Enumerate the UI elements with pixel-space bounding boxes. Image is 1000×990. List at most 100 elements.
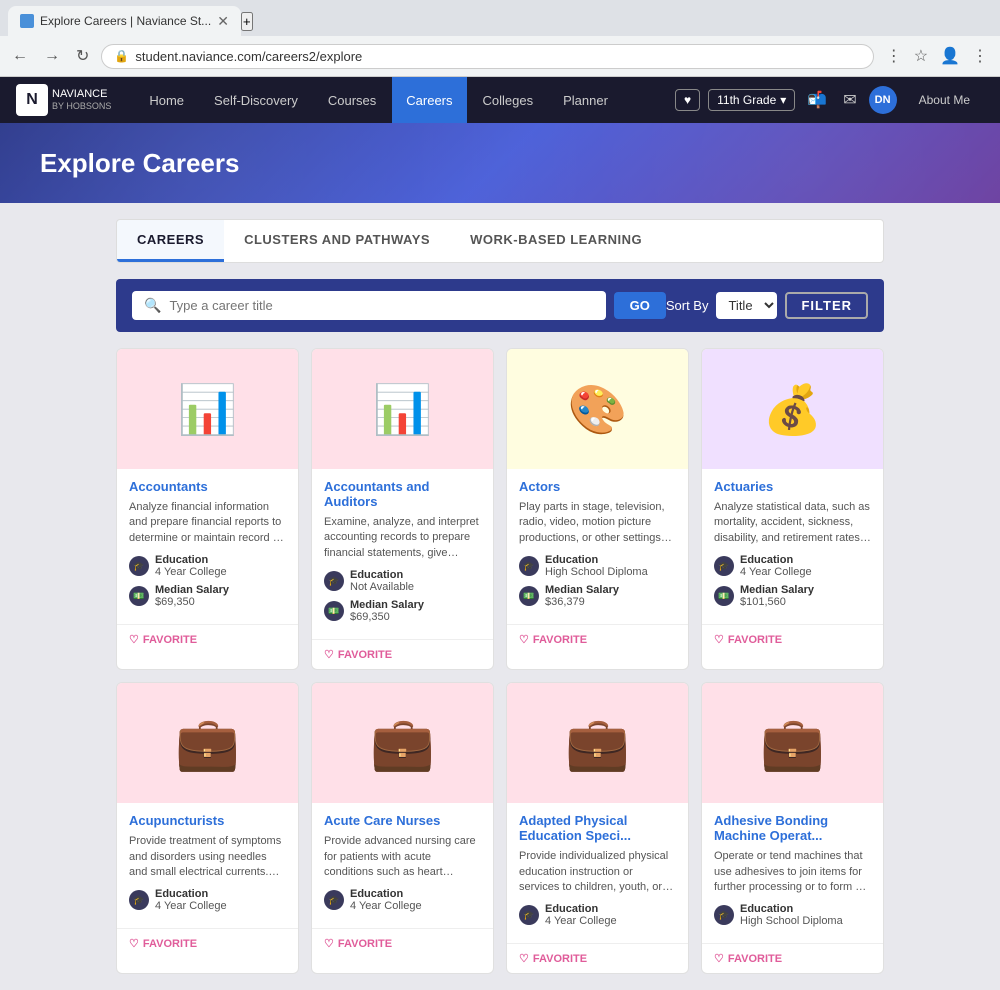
new-tab-button[interactable]: + [241,12,253,31]
education-label-0: Education [155,554,227,566]
messages-button[interactable]: ✉ [839,86,860,114]
nav-about-me[interactable]: About Me [905,77,984,123]
tab-work-based[interactable]: WORK-BASED LEARNING [450,220,662,262]
education-item-7: 🎓 Education High School Diploma [714,903,871,927]
card-favorite-5[interactable]: ♡ FAVORITE [312,928,493,958]
go-button[interactable]: GO [614,292,666,319]
career-card-accountants-auditors[interactable]: 📊 Accountants and Auditors Examine, anal… [311,348,494,670]
card-favorite-4[interactable]: ♡ FAVORITE [117,928,298,958]
card-image-2: 🎨 [507,349,688,469]
filter-button[interactable]: FILTER [785,292,868,319]
nav-careers[interactable]: Careers [392,77,466,123]
career-card-adhesive-bonding[interactable]: 💼 Adhesive Bonding Machine Operat... Ope… [701,682,884,974]
education-label-6: Education [545,903,617,915]
education-label-2: Education [545,554,648,566]
card-title-4[interactable]: Acupuncturists [129,813,286,828]
card-emoji-4: 💼 [175,713,240,774]
browser-chrome: Explore Careers | Naviance St... ✕ + ← →… [0,0,1000,77]
settings-button[interactable]: ⋮ [968,42,992,70]
nav-colleges[interactable]: Colleges [469,77,548,123]
search-input[interactable] [169,298,593,313]
sort-select[interactable]: Title [716,292,777,319]
salary-item-0: 💵 Median Salary $69,350 [129,584,286,608]
career-card-acute-care-nurses[interactable]: 💼 Acute Care Nurses Provide advanced nur… [311,682,494,974]
tab-favicon [20,14,34,28]
card-desc-5: Provide advanced nursing care for patien… [324,834,481,880]
card-title-5[interactable]: Acute Care Nurses [324,813,481,828]
card-emoji-0: 📊 [178,381,238,438]
card-title-3[interactable]: Actuaries [714,479,871,494]
card-favorite-2[interactable]: ♡ FAVORITE [507,624,688,654]
education-icon-5: 🎓 [324,890,344,910]
forward-button[interactable]: → [40,43,64,69]
bookmark-button[interactable]: ☆ [910,42,932,70]
back-button[interactable]: ← [8,43,32,69]
logo-icon: N [16,84,48,116]
career-card-accountants[interactable]: 📊 Accountants Analyze financial informat… [116,348,299,670]
card-favorite-0[interactable]: ♡ FAVORITE [117,624,298,654]
card-favorite-6[interactable]: ♡ FAVORITE [507,943,688,973]
education-value-1: Not Available [350,581,414,593]
card-education-6: 🎓 Education 4 Year College [519,903,676,927]
active-tab[interactable]: Explore Careers | Naviance St... ✕ [8,6,241,36]
logo-sub: BY HOBSONS [52,101,111,112]
card-favorite-3[interactable]: ♡ FAVORITE [702,624,883,654]
education-value-3: 4 Year College [740,566,812,578]
card-body-0: Accountants Analyze financial informatio… [117,469,298,624]
refresh-button[interactable]: ↻ [72,42,93,70]
education-value-2: High School Diploma [545,566,648,578]
nav-planner[interactable]: Planner [549,77,622,123]
card-title-1[interactable]: Accountants and Auditors [324,479,481,509]
url-bar[interactable]: 🔒 student.naviance.com/careers2/explore [101,44,873,69]
grade-selector[interactable]: 11th Grade ▾ [708,89,795,111]
education-icon-2: 🎓 [519,556,539,576]
search-icon: 🔍 [144,297,161,314]
card-image-1: 📊 [312,349,493,469]
career-card-acupuncturists[interactable]: 💼 Acupuncturists Provide treatment of sy… [116,682,299,974]
search-field: 🔍 [132,291,606,320]
search-input-wrap: 🔍 GO [132,291,666,320]
nav-self-discovery[interactable]: Self-Discovery [200,77,312,123]
card-education-7: 🎓 Education High School Diploma [714,903,871,927]
extensions-button[interactable]: ⋮ [882,42,906,70]
search-bar-container: 🔍 GO Sort By Title FILTER [116,279,884,332]
card-title-0[interactable]: Accountants [129,479,286,494]
tab-clusters[interactable]: CLUSTERS AND PATHWAYS [224,220,450,262]
education-label-7: Education [740,903,843,915]
tab-bar: Explore Careers | Naviance St... ✕ + [0,0,1000,36]
card-favorite-7[interactable]: ♡ FAVORITE [702,943,883,973]
education-label-5: Education [350,888,422,900]
card-emoji-2: 🎨 [568,381,628,438]
card-emoji-5: 💼 [370,713,435,774]
careers-grid: 📊 Accountants Analyze financial informat… [116,348,884,670]
grade-chevron-icon: ▾ [780,93,786,107]
naviance-logo[interactable]: N NAVIANCE BY HOBSONS [16,84,111,116]
heart-icon-4: ♡ [129,937,139,950]
card-title-7[interactable]: Adhesive Bonding Machine Operat... [714,813,871,843]
naviance-navbar: N NAVIANCE BY HOBSONS Home Self-Discover… [0,77,1000,123]
card-education-5: 🎓 Education 4 Year College [324,888,481,912]
card-favorite-1[interactable]: ♡ FAVORITE [312,639,493,669]
heart-icon-5: ♡ [324,937,334,950]
nav-courses[interactable]: Courses [314,77,390,123]
close-tab-button[interactable]: ✕ [217,13,229,30]
favorites-button[interactable]: ♥ [675,89,700,111]
card-title-2[interactable]: Actors [519,479,676,494]
card-image-5: 💼 [312,683,493,803]
lock-icon: 🔒 [114,49,129,63]
avatar[interactable]: DN [869,86,897,114]
card-title-6[interactable]: Adapted Physical Education Speci... [519,813,676,843]
favorite-label-3: FAVORITE [728,634,782,646]
card-desc-3: Analyze statistical data, such as mortal… [714,500,871,546]
profile-button[interactable]: 👤 [936,42,964,70]
tab-careers[interactable]: CAREERS [117,220,224,262]
education-value-5: 4 Year College [350,900,422,912]
card-emoji-3: 💰 [763,381,823,438]
notifications-button[interactable]: 📬 [803,86,831,114]
career-card-actuaries[interactable]: 💰 Actuaries Analyze statistical data, su… [701,348,884,670]
heart-icon-1: ♡ [324,648,334,661]
career-card-adapted-pe[interactable]: 💼 Adapted Physical Education Speci... Pr… [506,682,689,974]
career-card-actors[interactable]: 🎨 Actors Play parts in stage, television… [506,348,689,670]
nav-home[interactable]: Home [135,77,198,123]
card-salary-2: 💵 Median Salary $36,379 [519,584,676,608]
